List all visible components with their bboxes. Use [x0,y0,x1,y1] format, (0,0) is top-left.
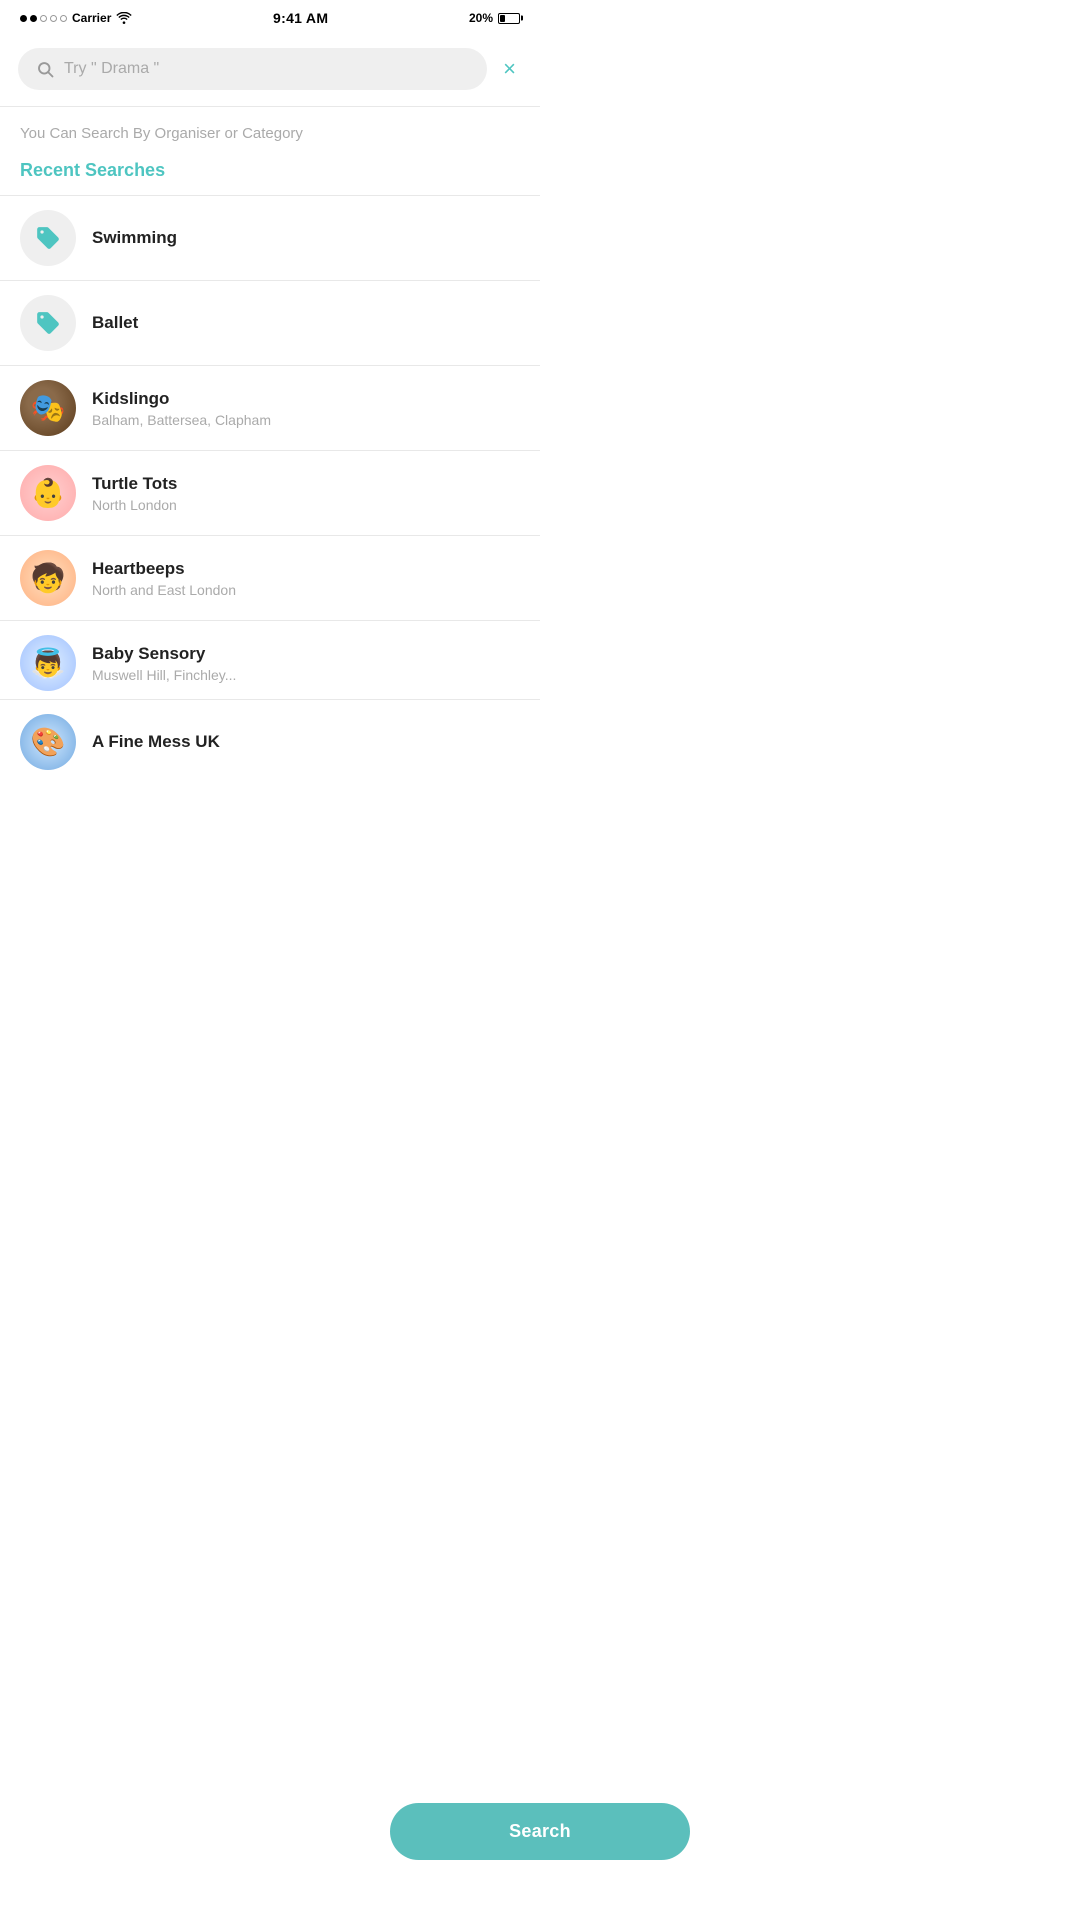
item-text-swimming: Swimming [92,227,520,249]
avatar-kidslingo [20,380,76,436]
tag-icon [35,310,61,336]
list-item[interactable]: Swimming [0,196,540,281]
item-title: A Fine Mess UK [92,731,520,753]
list-item[interactable]: Kidslingo Balham, Battersea, Clapham [0,366,540,451]
avatar-turtletots [20,465,76,521]
tag-icon [35,225,61,251]
status-time: 9:41 AM [273,10,328,26]
carrier-label: Carrier [72,11,111,25]
search-button[interactable]: Search [390,1803,690,1860]
results-list: Swimming Ballet Kidslingo Balham, Batter… [0,196,540,784]
list-item[interactable]: Ballet [0,281,540,366]
item-title: Kidslingo [92,388,520,410]
wifi-icon [116,12,132,24]
item-text-ballet: Ballet [92,312,520,334]
status-right: 20% [469,11,520,25]
avatar-heartbeeps [20,550,76,606]
recent-searches-heading: Recent Searches [0,150,540,195]
status-bar: Carrier 9:41 AM 20% [0,0,540,32]
item-subtitle: Muswell Hill, Finchley... [92,667,520,683]
item-title: Turtle Tots [92,473,520,495]
battery-percent: 20% [469,11,493,25]
item-subtitle: North and East London [92,582,520,598]
item-subtitle: North London [92,497,520,513]
list-item[interactable]: Baby Sensory Muswell Hill, Finchley... [0,621,540,700]
status-left: Carrier [20,11,132,25]
close-button[interactable]: × [497,54,522,85]
item-subtitle: Balham, Battersea, Clapham [92,412,520,428]
item-title: Swimming [92,227,520,249]
item-text-babysensory: Baby Sensory Muswell Hill, Finchley... [92,643,520,683]
item-title: Ballet [92,312,520,334]
search-icon [36,60,54,78]
item-title: Baby Sensory [92,643,520,665]
search-hint: You Can Search By Organiser or Category [0,107,540,150]
signal-icon [20,15,67,22]
tag-icon-ballet [20,295,76,351]
item-text-finemessuk: A Fine Mess UK [92,731,520,753]
search-button-container: Search [390,1803,690,1860]
avatar-babysensory [20,635,76,691]
search-bar[interactable]: Try " Drama " [18,48,487,90]
avatar-finemessuk [20,714,76,770]
item-text-heartbeeps: Heartbeeps North and East London [92,558,520,598]
item-text-kidslingo: Kidslingo Balham, Battersea, Clapham [92,388,520,428]
search-placeholder: Try " Drama " [64,60,469,78]
list-item[interactable]: Turtle Tots North London [0,451,540,536]
close-icon: × [503,56,516,81]
battery-icon [498,13,520,24]
search-container: Try " Drama " × [0,32,540,106]
list-item[interactable]: Heartbeeps North and East London [0,536,540,621]
item-text-turtletots: Turtle Tots North London [92,473,520,513]
item-title: Heartbeeps [92,558,520,580]
tag-icon-swimming [20,210,76,266]
list-item[interactable]: A Fine Mess UK [0,700,540,784]
